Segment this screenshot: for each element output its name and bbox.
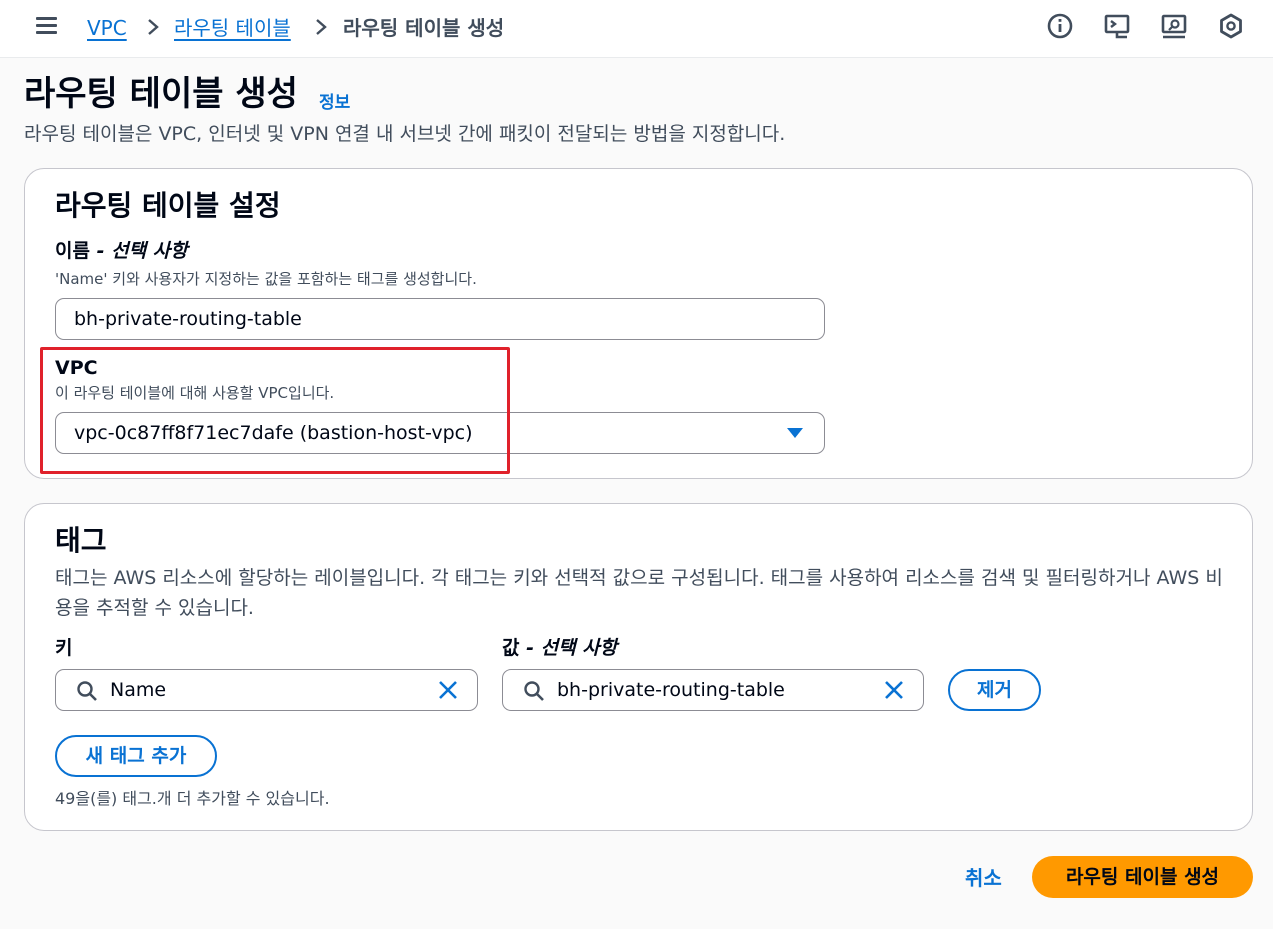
search-icon bbox=[524, 681, 544, 701]
name-field-label: 이름 - 선택 사항 bbox=[55, 240, 188, 262]
caret-down-icon bbox=[787, 428, 803, 438]
cloudshell-icon[interactable] bbox=[1103, 12, 1131, 40]
tags-description: 태그는 AWS 리소스에 할당하는 레이블입니다. 각 태그는 키와 선택적 값… bbox=[55, 567, 1223, 619]
page-description: 라우팅 테이블은 VPC, 인터넷 및 VPN 연결 내 서브넷 간에 패킷이 … bbox=[24, 123, 786, 145]
top-navigation-bar: VPC 라우팅 테이블 라우팅 테이블 생성 bbox=[0, 0, 1273, 58]
info-link[interactable]: 정보 bbox=[319, 88, 350, 113]
breadcrumb-current: 라우팅 테이블 생성 bbox=[343, 16, 505, 40]
page-title: 라우팅 테이블 생성 bbox=[24, 74, 298, 114]
tag-key-value: Name bbox=[110, 679, 167, 701]
tag-value-value: bh-private-routing-table bbox=[557, 679, 785, 701]
name-field-hint: 'Name' 키와 사용자가 지정하는 값을 포함하는 태그를 생성합니다. bbox=[55, 270, 477, 288]
tag-value-label: 값 - 선택 사항 bbox=[502, 637, 618, 659]
info-icon[interactable] bbox=[1046, 12, 1074, 40]
tags-panel-title: 태그 bbox=[55, 524, 107, 557]
add-tag-button[interactable]: 새 태그 추가 bbox=[55, 735, 217, 777]
tag-key-label: 키 bbox=[55, 637, 73, 659]
breadcrumb-vpc[interactable]: VPC bbox=[87, 14, 127, 42]
vpc-field-hint: 이 라우팅 테이블에 대해 사용할 VPC입니다. bbox=[55, 384, 335, 402]
tag-key-input[interactable]: Name bbox=[55, 669, 478, 711]
clear-icon[interactable] bbox=[437, 679, 459, 701]
tags-panel bbox=[24, 503, 1253, 831]
console-feedback-icon[interactable] bbox=[1160, 12, 1188, 40]
tags-remaining-text: 49을(를) 태그.개 더 추가할 수 있습니다. bbox=[55, 789, 330, 808]
vpc-field-label: VPC bbox=[55, 357, 98, 379]
tag-value-input[interactable]: bh-private-routing-table bbox=[502, 669, 924, 711]
breadcrumb-route-tables[interactable]: 라우팅 테이블 bbox=[174, 14, 291, 42]
settings-panel-title: 라우팅 테이블 설정 bbox=[55, 189, 281, 222]
clear-icon[interactable] bbox=[883, 679, 905, 701]
chevron-right-icon bbox=[316, 19, 327, 35]
name-input[interactable]: bh-private-routing-table bbox=[55, 298, 825, 340]
vpc-select-value: vpc-0c87ff8f71ec7dafe (bastion-host-vpc) bbox=[74, 422, 473, 444]
settings-hex-icon[interactable] bbox=[1217, 12, 1245, 40]
cancel-button[interactable]: 취소 bbox=[965, 862, 1002, 891]
remove-tag-button[interactable]: 제거 bbox=[948, 669, 1041, 711]
create-route-table-button[interactable]: 라우팅 테이블 생성 bbox=[1032, 856, 1253, 898]
chevron-right-icon bbox=[148, 19, 159, 35]
menu-icon[interactable] bbox=[35, 15, 59, 37]
vpc-select[interactable]: vpc-0c87ff8f71ec7dafe (bastion-host-vpc) bbox=[55, 412, 825, 454]
search-icon bbox=[77, 681, 97, 701]
